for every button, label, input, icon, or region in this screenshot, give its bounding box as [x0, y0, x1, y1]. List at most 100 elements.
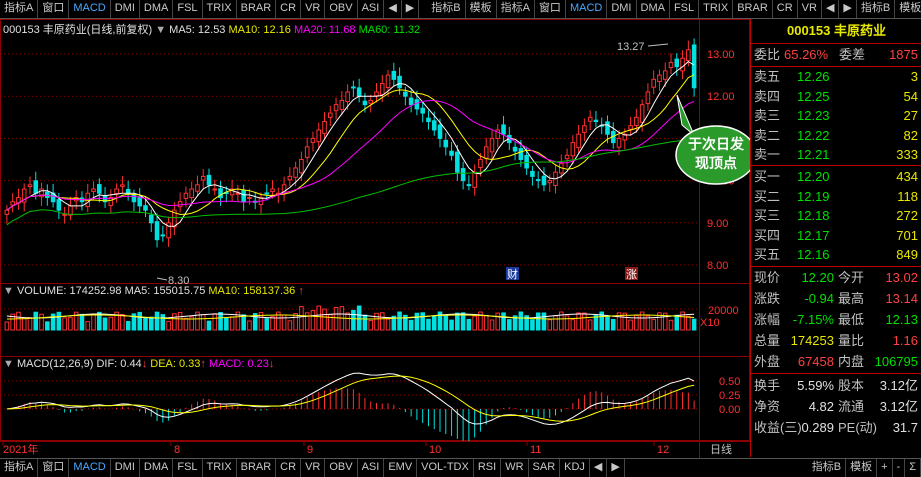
tab-item[interactable]: KDJ [560, 459, 590, 477]
volume-bar [45, 321, 50, 331]
macd-dea: DEA: 0.33 [150, 358, 201, 370]
fund-label: 净资 [754, 399, 781, 414]
bid-label: 买一 [754, 169, 781, 184]
candle-body [310, 137, 316, 144]
tab-item[interactable]: ▶ [839, 0, 857, 18]
dropdown-icon[interactable]: ▼ [3, 358, 14, 370]
stat-row: 现价 12.20 今开 13.02 [751, 268, 921, 288]
volume-bar [16, 311, 21, 331]
candle-body [691, 44, 697, 89]
tab-item[interactable]: 模板 [895, 0, 921, 18]
tab-item[interactable]: TRIX [203, 459, 237, 477]
ask-price: 12.23 [797, 108, 830, 123]
candle-body [466, 184, 472, 187]
candle-body [299, 159, 304, 174]
candle-body [564, 154, 570, 160]
candle-body [345, 91, 350, 103]
candle-body [524, 154, 529, 169]
tab-item[interactable]: 模板 [846, 459, 878, 477]
dropdown-icon[interactable]: ▼ [3, 285, 14, 297]
macd-value: MACD: 0.23 [208, 358, 269, 370]
ask-label: 卖四 [754, 88, 781, 104]
candle-body [160, 234, 166, 237]
tab-item[interactable]: 窗口 [38, 459, 70, 477]
candle-body [582, 125, 587, 133]
up-arrow-icon: ↑ [200, 358, 206, 370]
volume-value: VOLUME: 174252.98 [16, 285, 122, 297]
tab-item[interactable]: 指标A [0, 459, 39, 477]
tab-item[interactable]: 指标B [808, 459, 847, 477]
tab-item[interactable]: DMI [111, 459, 140, 477]
tab-item[interactable]: CR [773, 0, 798, 18]
tab-item[interactable]: MACD [69, 459, 111, 477]
candle-body [148, 214, 154, 224]
tab-item[interactable]: ◀ [822, 0, 840, 18]
tab-item[interactable]: OBV [325, 459, 358, 477]
callout-line2: 现顶点 [695, 155, 737, 171]
candle-body [460, 168, 466, 182]
tab-item[interactable]: WR [501, 459, 529, 477]
volume-bar [397, 311, 402, 331]
ask-label: 卖五 [754, 69, 781, 84]
tab-item[interactable]: VOL-TDX [417, 459, 474, 477]
volume-bar [85, 321, 91, 331]
tab-item[interactable]: ▶ [607, 459, 625, 477]
macd-dif-line [6, 372, 695, 426]
macd-dif: DIF: 0.44 [96, 358, 142, 370]
macd-header: ▼ MACD(12,26,9) DIF: 0.44↓ DEA: 0.33↑ MA… [3, 358, 274, 370]
volume-bar [68, 316, 73, 331]
volume-bar [120, 313, 125, 331]
tab-item[interactable]: 指标B [857, 0, 896, 18]
dropdown-icon[interactable]: ▼ [155, 24, 166, 36]
stat-row: 外盘 67458 内盘 106795 [751, 352, 921, 372]
tab-item[interactable]: VR [798, 0, 822, 18]
tab-item[interactable]: CR [276, 459, 302, 477]
candle-body [576, 133, 581, 149]
candle-body [587, 116, 593, 122]
tab-item[interactable]: Σ [905, 459, 921, 477]
candle-body [351, 86, 356, 89]
candle-body [420, 107, 425, 114]
ma5-value: MA5: 12.53 [169, 24, 226, 36]
candle-body [662, 70, 668, 80]
volume-bar [518, 311, 524, 331]
tab-item[interactable]: - [893, 459, 906, 477]
tab-item[interactable]: + [877, 459, 893, 477]
price-tick: 9.00 [707, 218, 728, 230]
candle-body [426, 117, 431, 123]
volume-bar [385, 318, 391, 331]
candle-body [651, 78, 656, 88]
bid-row: 买四 12.17 701 [751, 226, 921, 246]
candle-body [137, 196, 143, 207]
volume-bar [466, 318, 472, 331]
volume-bar [668, 319, 674, 331]
candle-body [125, 188, 131, 194]
tab-item[interactable]: DMA [140, 459, 174, 477]
bid-volume: 272 [896, 208, 918, 223]
ask-price: 12.26 [797, 69, 830, 84]
tab-item[interactable]: EMV [384, 459, 418, 477]
candle-body [605, 121, 610, 135]
candle-body [645, 91, 651, 105]
tab-item[interactable]: FSL [173, 459, 203, 477]
kline-chart[interactable]: 13.0012.0011.0010.009.008.0020000X100.50… [0, 0, 750, 458]
tab-item[interactable]: VR [301, 459, 326, 477]
tab-item[interactable]: RSI [474, 459, 502, 477]
candle-body [680, 57, 685, 72]
volume-bar [166, 320, 171, 331]
tab-item[interactable]: BRAR [237, 459, 277, 477]
bid-row: 买三 12.18 272 [751, 206, 921, 226]
volume-bar [91, 313, 96, 331]
period-label: 日线 [710, 442, 732, 456]
volume-bar [426, 318, 431, 331]
fund-value: 3.12亿 [879, 399, 918, 414]
time-tick: 12 [657, 444, 669, 456]
down-arrow-icon: ↓ [268, 358, 275, 370]
stat-value: 13.14 [885, 291, 918, 306]
tab-item[interactable]: ◀ [590, 459, 608, 477]
tab-item[interactable]: SAR [529, 459, 561, 477]
candle-body [45, 191, 50, 198]
stat-value: -0.94 [804, 291, 834, 306]
tab-item[interactable]: ASI [358, 459, 385, 477]
time-tick: 8 [174, 444, 180, 456]
